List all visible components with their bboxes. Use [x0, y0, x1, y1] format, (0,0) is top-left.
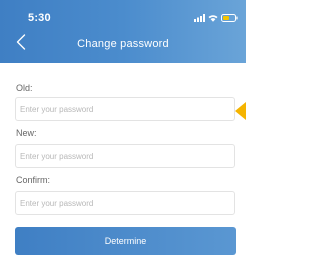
confirm-password-label: Confirm:	[16, 175, 51, 185]
app-header: 5:30 Change password	[0, 0, 246, 63]
nav-bar: Change password	[0, 28, 246, 62]
new-password-input[interactable]	[15, 144, 235, 168]
status-time: 5:30	[28, 12, 51, 24]
wifi-icon	[208, 14, 218, 22]
battery-icon	[221, 14, 238, 22]
confirm-password-input[interactable]	[15, 191, 235, 215]
caret-left-icon	[235, 102, 246, 120]
new-password-label: New:	[16, 128, 37, 138]
old-password-input[interactable]	[15, 97, 235, 121]
signal-icon	[194, 14, 205, 22]
status-bar: 5:30	[0, 0, 246, 26]
determine-button[interactable]: Determine	[15, 227, 236, 255]
old-password-label: Old:	[16, 83, 33, 93]
page-title: Change password	[77, 38, 169, 50]
status-icons	[194, 13, 238, 23]
